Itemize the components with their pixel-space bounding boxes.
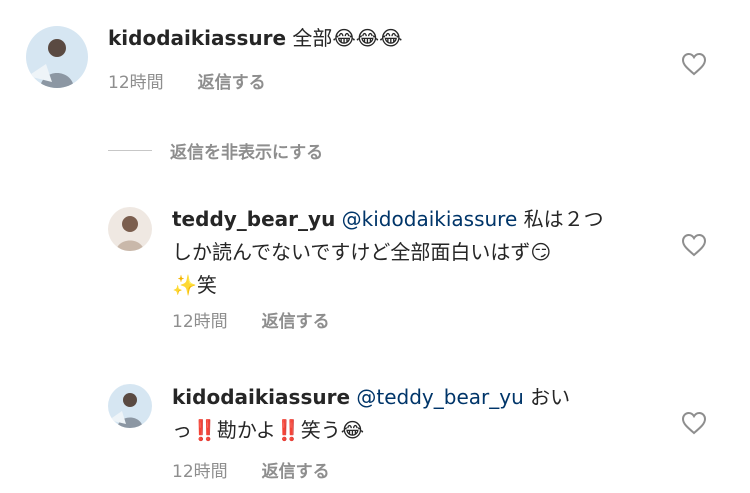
comment-username[interactable]: kidodaikiassure: [172, 385, 350, 409]
comment-thread: kidodaikiassure 全部😂😂😂 12時間 返信する 返信を非表示にす…: [0, 0, 750, 493]
comment-line: しか読んでないですけど全部面白いはず😏: [172, 240, 552, 264]
comment-message: おい: [523, 385, 571, 409]
comment-username[interactable]: kidodaikiassure: [108, 26, 286, 50]
comment-time: 12時間: [172, 462, 228, 482]
comment-time: 12時間: [172, 312, 228, 332]
mention-link[interactable]: @kidodaikiassure: [342, 207, 518, 231]
comment-meta: 12時間 返信する: [172, 457, 330, 482]
avatar-image: [108, 207, 152, 251]
comment-line: ✨笑: [172, 273, 217, 297]
heart-outline-icon[interactable]: [681, 411, 707, 435]
comment-meta: 12時間 返信する: [108, 68, 266, 93]
avatar[interactable]: [108, 207, 152, 251]
comment-message: 私は２つ: [517, 207, 604, 231]
avatar-image: [108, 384, 152, 428]
mention-link[interactable]: @teddy_bear_yu: [356, 385, 523, 409]
comment-time: 12時間: [108, 73, 164, 93]
avatar[interactable]: [26, 26, 88, 88]
reply-button[interactable]: 返信する: [262, 457, 330, 482]
comment-meta: 12時間 返信する: [172, 307, 330, 332]
comment-line: kidodaikiassure @teddy_bear_yu おい: [172, 381, 642, 414]
comment-line: teddy_bear_yu @kidodaikiassure 私は２つ: [172, 203, 642, 236]
divider-line: [108, 150, 152, 151]
reply-button[interactable]: 返信する: [262, 307, 330, 332]
avatar[interactable]: [108, 384, 152, 428]
comment-text: kidodaikiassure @teddy_bear_yu おい っ‼️勘かよ…: [172, 381, 642, 447]
heart-outline-icon[interactable]: [681, 52, 707, 76]
avatar-image: [26, 26, 88, 88]
comment-username[interactable]: teddy_bear_yu: [172, 207, 335, 231]
comment-text: teddy_bear_yu @kidodaikiassure 私は２つ しか読ん…: [172, 203, 642, 302]
reply-button[interactable]: 返信する: [198, 68, 266, 93]
hide-replies-button[interactable]: 返信を非表示にする: [108, 138, 323, 163]
comment-message: 全部😂😂😂: [292, 26, 403, 50]
hide-replies-label: 返信を非表示にする: [170, 143, 324, 163]
comment-text: kidodaikiassure 全部😂😂😂: [108, 22, 402, 55]
comment-line: っ‼️勘かよ‼️笑う😂: [172, 418, 365, 442]
heart-outline-icon[interactable]: [681, 233, 707, 257]
